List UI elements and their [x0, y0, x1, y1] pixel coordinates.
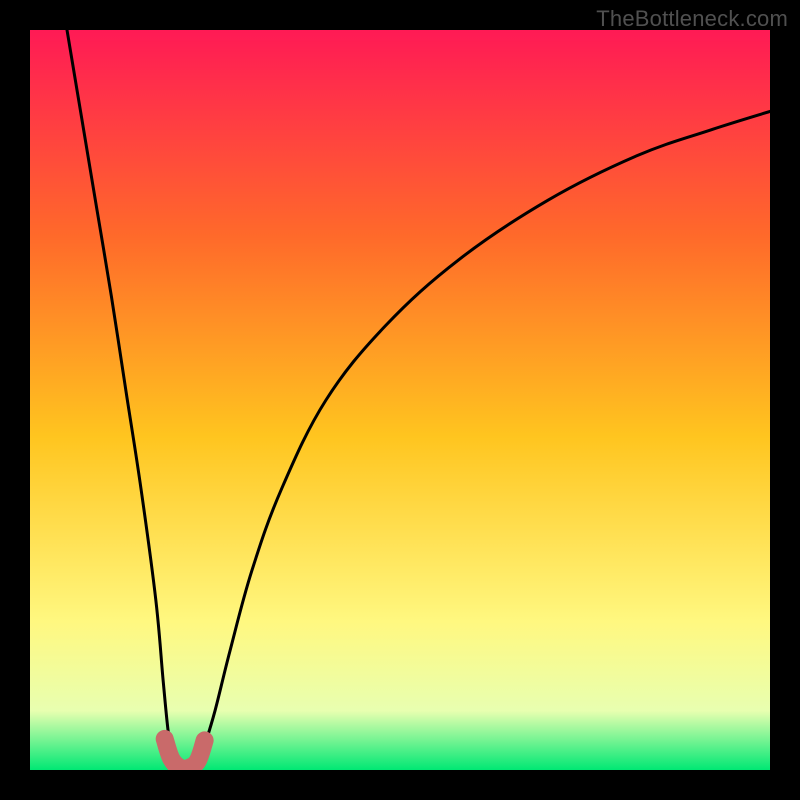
gradient-rect — [30, 30, 770, 770]
chart-plot-area — [30, 30, 770, 770]
watermark-text: TheBottleneck.com — [596, 6, 788, 32]
chart-outer-frame: TheBottleneck.com — [0, 0, 800, 800]
chart-background-gradient — [30, 30, 770, 770]
